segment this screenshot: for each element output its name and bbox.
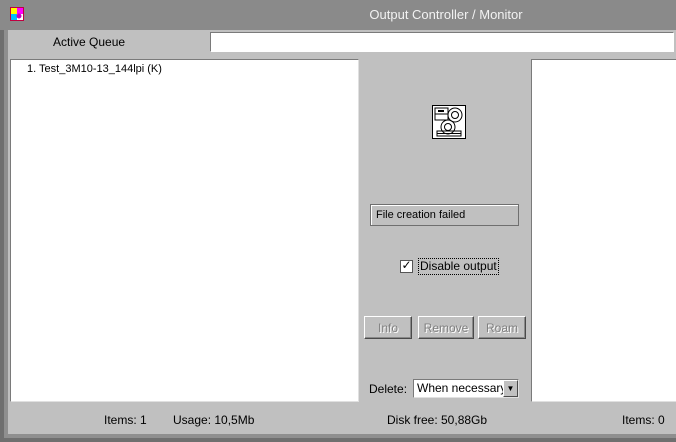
window-title: Output Controller / Monitor bbox=[369, 7, 523, 22]
active-queue-input[interactable] bbox=[210, 32, 674, 52]
remove-button[interactable]: Remove bbox=[418, 316, 474, 339]
checkbox-box[interactable]: ✓ bbox=[400, 258, 413, 273]
output-list[interactable] bbox=[531, 59, 676, 402]
client-area: Active Queue 1. Test_3M10-13_144lpi (K) … bbox=[8, 30, 676, 434]
status-bar: Items: 1 Usage: 10,5Mb Disk free: 50,88G… bbox=[8, 402, 676, 434]
disable-output-label[interactable]: Disable output bbox=[418, 258, 499, 275]
imagesetter-device-icon bbox=[432, 105, 466, 139]
active-queue-label: Active Queue bbox=[53, 35, 126, 49]
list-item[interactable]: 1. Test_3M10-13_144lpi (K) bbox=[27, 63, 162, 75]
delete-mode-value: When necessary bbox=[417, 381, 507, 395]
queue-list[interactable]: 1. Test_3M10-13_144lpi (K) bbox=[10, 59, 359, 402]
roam-button[interactable]: Roam bbox=[478, 316, 526, 339]
title-bar[interactable]: Output Controller / Monitor bbox=[0, 0, 676, 30]
chevron-down-icon[interactable]: ▼ bbox=[503, 380, 518, 397]
disk-free-readout: Disk free: 50,88Gb bbox=[387, 413, 488, 427]
status-message: File creation failed bbox=[370, 204, 519, 226]
info-button[interactable]: Info bbox=[364, 316, 412, 339]
checkmark-icon: ✓ bbox=[401, 258, 412, 272]
items-count-left: Items: 1 bbox=[104, 413, 147, 427]
delete-label: Delete: bbox=[369, 382, 408, 396]
items-count-right: Items: 0 bbox=[622, 413, 665, 427]
usage-readout: Usage: 10,5Mb bbox=[173, 413, 255, 427]
delete-mode-select[interactable]: When necessary ▼ bbox=[413, 379, 519, 398]
